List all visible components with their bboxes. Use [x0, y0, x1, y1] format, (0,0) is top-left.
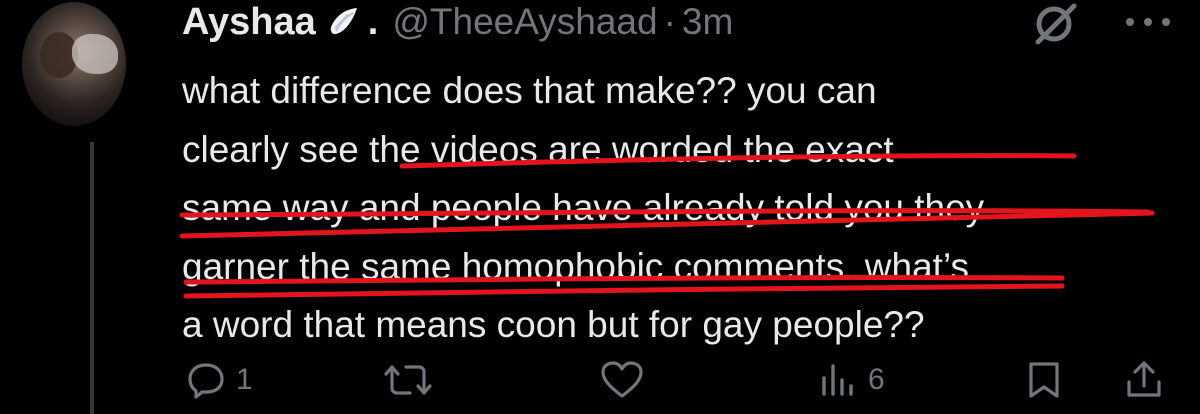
tweet-text-line: clearly see the videos are worded the ex…: [182, 128, 894, 170]
tweet-text-line: garner the same homophobic comments. wha…: [182, 245, 969, 287]
avatar[interactable]: [22, 2, 126, 126]
tweet: Ayshaa . @TheeAyshaad · 3m what differen…: [0, 0, 1200, 414]
bookmark-button[interactable]: [1026, 360, 1062, 400]
tweet-text: what difference does that make?? you can…: [182, 62, 1182, 355]
views-button[interactable]: 6: [818, 360, 885, 400]
more-icon[interactable]: [1118, 4, 1182, 40]
timestamp[interactable]: 3m: [682, 1, 733, 43]
share-icon: [1127, 361, 1161, 397]
grok-icon[interactable]: [1032, 2, 1080, 46]
bookmark-icon: [1029, 362, 1059, 398]
retweet-icon: [384, 365, 432, 395]
separator: ·: [663, 1, 676, 42]
retweet-button[interactable]: [384, 360, 432, 400]
like-icon: [601, 361, 643, 398]
handle[interactable]: @TheeAyshaad: [392, 1, 657, 43]
share-button[interactable]: [1124, 360, 1164, 400]
views-count: 6: [868, 363, 885, 396]
tweet-text-line: what difference does that make?? you can: [182, 70, 877, 111]
tweet-text-line: same way and people have already told yo…: [182, 187, 985, 228]
reply-icon: [188, 363, 224, 399]
display-name[interactable]: Ayshaa: [182, 1, 316, 44]
name-suffix: .: [367, 0, 379, 43]
action-bar: 1 6: [0, 352, 1200, 412]
angel-wing-icon: [330, 8, 357, 35]
tweet-header: Ayshaa . @TheeAyshaad · 3m: [182, 0, 733, 50]
reply-count: 1: [236, 363, 253, 396]
views-icon: [822, 364, 853, 396]
reply-button[interactable]: 1: [186, 360, 253, 400]
like-button[interactable]: [600, 360, 644, 400]
tweet-text-line: a word that means coon but for gay peopl…: [182, 304, 925, 345]
